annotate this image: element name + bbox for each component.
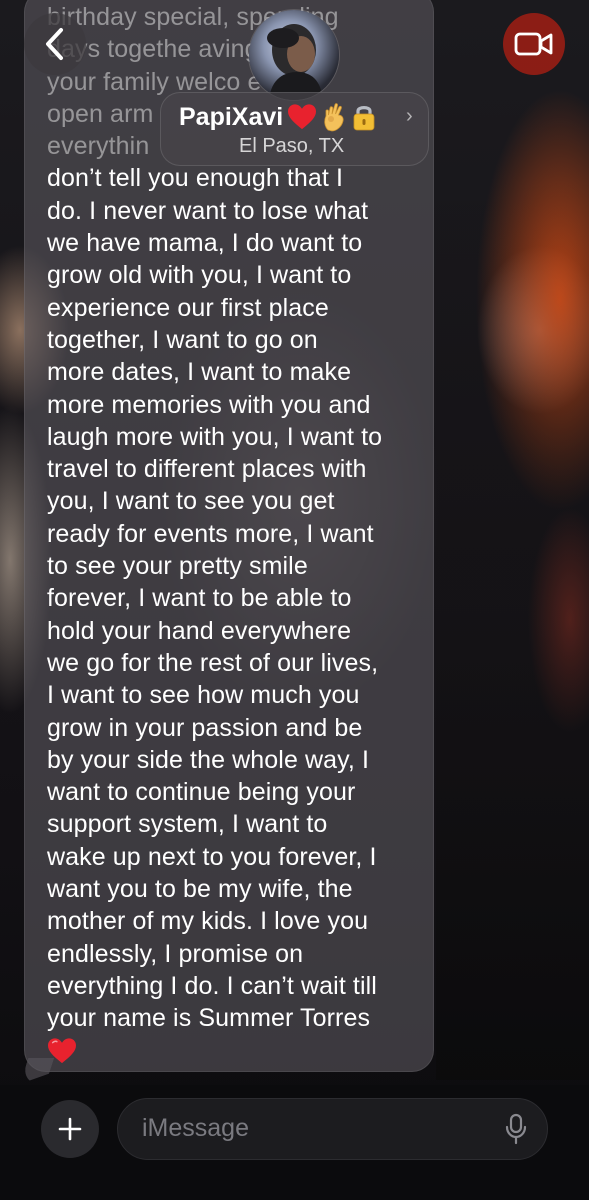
- lock-icon: [353, 106, 375, 131]
- message-line: grow old with you, I want to: [47, 261, 352, 290]
- message-line: I want to see how much you: [47, 681, 360, 710]
- message-line: by your side the whole way, I: [47, 745, 370, 774]
- message-line: your name is Summer Torres: [47, 1004, 371, 1033]
- message-line: want to continue being your: [47, 778, 356, 807]
- message-input[interactable]: iMessage: [117, 1098, 548, 1160]
- message-line: more dates, I want to make: [47, 358, 352, 387]
- message-line: days togethe aving: [47, 35, 259, 64]
- contact-location: El Paso, TX: [239, 135, 345, 157]
- message-line: support system, I want to: [47, 810, 328, 839]
- message-line: want you to be my wife, the: [47, 875, 353, 904]
- video-camera-icon: [514, 32, 553, 56]
- message-line: forever, I want to be able to: [47, 584, 352, 613]
- message-line: we have mama, I do want to: [47, 229, 363, 258]
- message-line: everything I do. I can’t wait till: [47, 971, 377, 1000]
- message-line: ready for events more, I want: [47, 519, 374, 548]
- chevron-left-icon: [46, 28, 63, 60]
- message-line: together, I want to go on: [47, 325, 318, 354]
- red-heart-icon: [288, 104, 317, 130]
- avatar-photo: [267, 24, 323, 100]
- heart-emoji-line: [47, 1035, 415, 1073]
- imessage-screen: birthday special, spending days togethe …: [0, 0, 589, 1200]
- message-line: more memories with you and: [47, 390, 371, 419]
- message-line: grow in your passion and be: [47, 713, 363, 742]
- message-line: birthday special, spending: [47, 3, 339, 31]
- plus-icon: [58, 1117, 82, 1141]
- message-line: to see your pretty smile: [47, 552, 308, 581]
- contact-details-button[interactable]: PapiXavi › El Paso, TX: [160, 92, 429, 166]
- apps-plus-button[interactable]: [41, 1100, 99, 1158]
- chevron-right-icon: ›: [406, 105, 413, 127]
- message-line: travel to different places with: [47, 455, 367, 484]
- contact-name: PapiXavi: [179, 102, 284, 131]
- microphone-icon[interactable]: [504, 1113, 528, 1145]
- wallpaper-shade: [436, 180, 589, 1080]
- message-line: endlessly, I promise on: [47, 939, 304, 968]
- back-button[interactable]: [24, 13, 86, 75]
- message-line: laugh more with you, I want to: [47, 422, 383, 451]
- message-line: do. I never want to lose what: [47, 196, 369, 225]
- facetime-video-button[interactable]: [503, 13, 565, 75]
- message-line: we go for the rest of our lives,: [47, 648, 379, 677]
- message-line: don’t tell you enough that I: [47, 164, 344, 193]
- contact-avatar[interactable]: [249, 10, 339, 100]
- contact-name-row: PapiXavi: [179, 101, 377, 133]
- message-input-placeholder: iMessage: [142, 1114, 249, 1142]
- ok-hand-icon: [324, 103, 344, 132]
- message-line: experience our first place: [47, 293, 329, 322]
- message-line: wake up next to you forever, I: [47, 842, 377, 871]
- message-line: hold your hand everywhere: [47, 616, 352, 645]
- message-line: mother of my kids. I love you: [47, 907, 369, 936]
- message-line: you, I want to see you get: [47, 487, 335, 516]
